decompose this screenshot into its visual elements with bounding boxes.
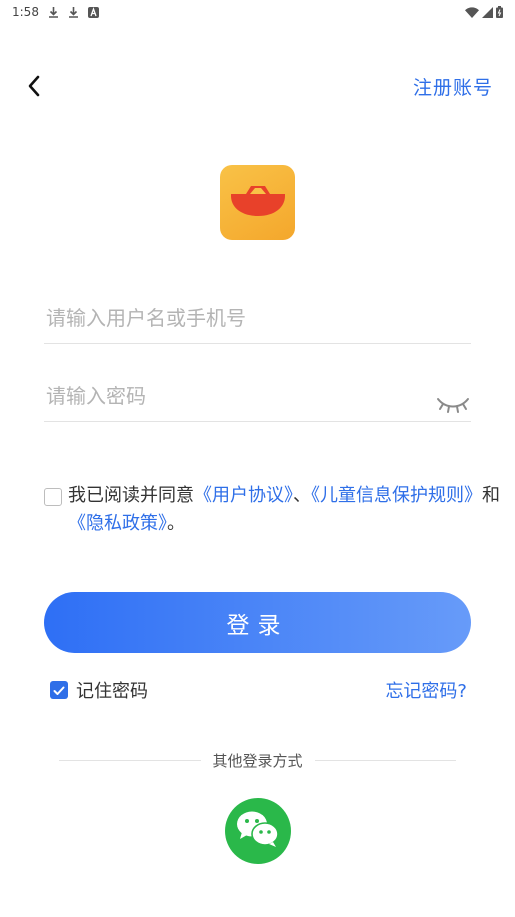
status-time: 1:58 [12, 5, 39, 19]
check-icon [53, 681, 65, 700]
chevron-left-icon [26, 74, 42, 102]
privacy-policy-link[interactable]: 《隐私政策》 [68, 513, 167, 534]
remember-password-checkbox[interactable] [50, 681, 68, 699]
a-notification-icon [87, 6, 99, 18]
login-button[interactable]: 登录 [44, 592, 471, 653]
login-screen: 1:58 注册账号 请输入用户名或手机号 我已阅读并同意《用户协议》、《儿童信息… [0, 0, 515, 917]
divider-line-right [314, 759, 457, 761]
remember-password[interactable]: 记住密码 [50, 677, 148, 703]
user-agreement-link[interactable]: 《用户协议》 [194, 485, 293, 506]
app-logo [220, 165, 295, 240]
wechat-icon [236, 810, 280, 852]
agreement-prefix: 我已阅读并同意 [68, 485, 194, 506]
battery-icon [496, 6, 503, 18]
child-privacy-rules-link[interactable]: 《儿童信息保护规则》 [311, 485, 482, 506]
agreement-end: 。 [167, 513, 185, 534]
agreement-and: 和 [482, 485, 500, 506]
forgot-password-link[interactable]: 忘记密码? [385, 677, 467, 703]
register-account-link[interactable]: 注册账号 [413, 73, 493, 100]
username-input[interactable] [44, 292, 471, 343]
status-bar: 1:58 [0, 0, 515, 24]
agreement-text: 我已阅读并同意《用户协议》、《儿童信息保护规则》和《隐私政策》。 [68, 482, 504, 538]
back-button[interactable] [18, 72, 50, 104]
password-field-container [44, 370, 471, 422]
agreement-row: 我已阅读并同意《用户协议》、《儿童信息保护规则》和《隐私政策》。 [44, 482, 504, 538]
download-icon [48, 6, 59, 18]
agreement-separator: 、 [293, 485, 311, 506]
signal-icon [482, 6, 493, 18]
eye-closed-icon [435, 398, 471, 420]
boat-icon [228, 183, 288, 223]
agreement-checkbox[interactable] [44, 488, 62, 506]
other-login-label: 其他登录方式 [212, 751, 303, 770]
wechat-login-button[interactable] [225, 798, 291, 864]
wifi-icon [465, 6, 479, 18]
password-visibility-toggle[interactable] [435, 394, 471, 416]
password-input[interactable] [44, 370, 471, 421]
download-icon [68, 6, 79, 18]
divider-line-left [59, 759, 201, 761]
username-field-container [44, 292, 471, 344]
remember-password-label: 记住密码 [76, 681, 148, 702]
other-login-divider: 其他登录方式 [59, 750, 457, 770]
